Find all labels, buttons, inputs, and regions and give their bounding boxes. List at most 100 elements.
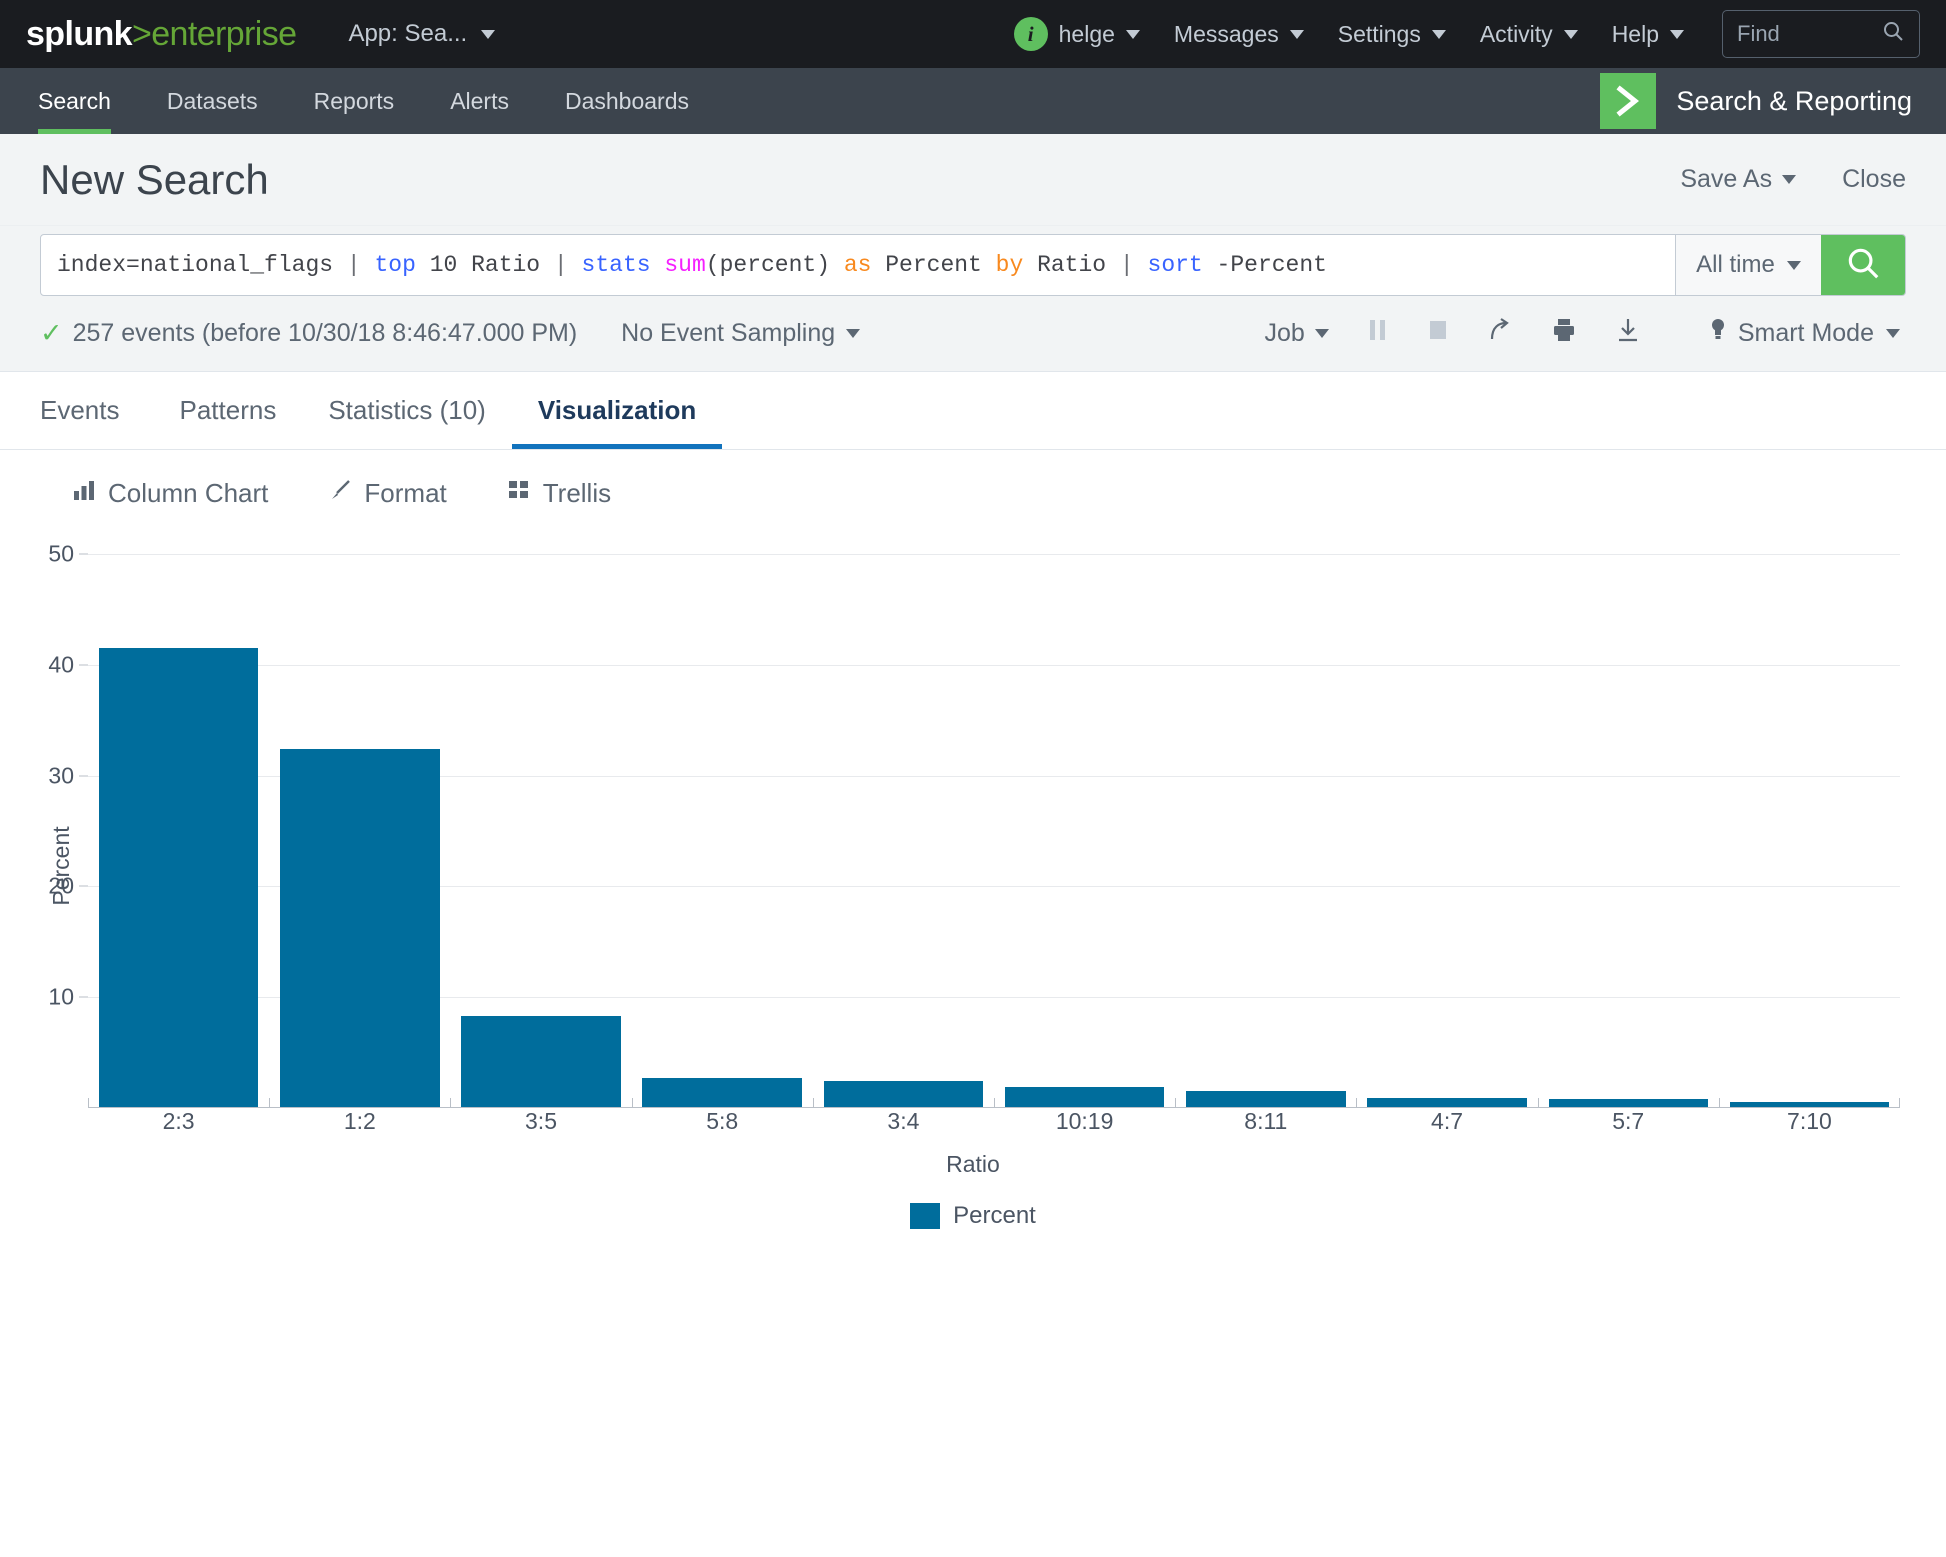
query-token: as [843,252,886,278]
chart-type-label: Column Chart [108,477,269,508]
chart-type-button[interactable]: Column Chart [72,478,268,509]
app-branding[interactable]: Search & Reporting [1600,68,1920,134]
chart-bar-slot [1538,554,1719,1108]
search-mode-selector[interactable]: Smart Mode [1710,317,1906,350]
messages-menu[interactable]: Messages [1174,21,1304,48]
trellis-button[interactable]: Trellis [507,478,611,509]
chart-bar[interactable] [280,749,440,1108]
pause-button[interactable] [1348,317,1408,350]
x-axis-tick-labels: 2:3 1:2 3:5 5:8 3:4 10:19 8:11 4:7 5:7 7:10 [88,1098,1901,1140]
chart-bar[interactable] [98,648,259,1108]
check-icon: ✓ [40,318,63,348]
chart-plot-area: 10 20 30 40 50 [48,541,1900,1108]
run-search-button[interactable] [1821,235,1905,295]
search-query-input[interactable]: index=national_flags | top 10 Ratio | st… [41,235,1675,295]
app-selector[interactable]: App: Sea... [348,20,496,48]
chart-bar[interactable] [461,1016,621,1108]
query-token: Ratio [1037,252,1120,278]
share-button[interactable] [1468,317,1532,350]
x-axis-tick-label: 7:10 [1718,1098,1901,1140]
event-sampling-label: No Event Sampling [621,319,836,347]
tab-statistics-label: Statistics (10) [328,395,486,425]
time-range-picker[interactable]: All time [1675,235,1821,295]
query-token: | [346,252,375,278]
y-axis-tick-mark [79,885,88,887]
search-bar: index=national_flags | top 10 Ratio | st… [40,234,1906,296]
query-token: stats [581,252,665,278]
app-nav-items: Search Datasets Reports Alerts Dashboard… [26,68,717,134]
search-mode-label: Smart Mode [1737,319,1874,347]
x-axis-tick-label: 4:7 [1356,1098,1537,1140]
chart-bar[interactable] [1004,1086,1165,1108]
event-sampling-selector[interactable]: No Event Sampling [621,319,861,348]
nav-item-datasets[interactable]: Datasets [139,68,286,134]
top-navigation-bar: splunk>enterprise App: Sea... i helge Me… [0,0,1946,68]
chevron-down-icon [1314,329,1329,338]
chart-bar[interactable] [1186,1091,1346,1108]
query-token: by [995,252,1038,278]
format-label: Format [364,477,447,508]
nav-item-dashboards[interactable]: Dashboards [537,68,717,134]
nav-item-dashboards-label: Dashboards [564,87,690,114]
print-button[interactable] [1532,317,1596,350]
x-axis-tick-label: 3:5 [450,1098,631,1140]
chart-bar-slot [88,554,269,1108]
x-axis-tick-label: 5:8 [631,1098,813,1140]
print-icon [1551,317,1577,350]
x-axis-title: Ratio [946,1151,1000,1177]
search-icon [1881,19,1905,49]
results-tabs: Events Patterns Statistics (10) Visualiz… [0,372,1946,450]
export-button[interactable] [1596,317,1660,350]
chevron-down-icon [1670,29,1684,39]
nav-item-alerts[interactable]: Alerts [422,68,537,134]
query-token: -Percent [1216,252,1327,278]
chart-bar-slot [1719,554,1900,1108]
query-token: index=national_flags [57,252,347,278]
y-axis-tick-label: 20 [48,872,74,899]
save-as-button[interactable]: Save As [1680,165,1797,194]
chart-bar-slot [1175,554,1356,1108]
nav-item-search[interactable]: Search [26,68,139,134]
page-title: New Search [40,155,269,203]
user-menu[interactable]: i helge [1013,17,1140,51]
y-axis-tick-mark [79,553,88,555]
nav-item-datasets-label: Datasets [166,87,258,114]
app-selector-label: App: Sea... [348,20,468,47]
nav-item-reports[interactable]: Reports [286,68,423,134]
x-axis-tick-label: 3:4 [812,1098,994,1140]
tab-visualization-label: Visualization [537,395,697,425]
close-label: Close [1842,165,1906,193]
help-menu[interactable]: Help [1612,21,1684,48]
tab-statistics[interactable]: Statistics (10) [302,372,512,449]
page-header-actions: Save As Close [1680,165,1906,194]
activity-menu[interactable]: Activity [1480,21,1578,48]
x-axis-tick-label: 1:2 [269,1098,450,1140]
lightbulb-icon [1710,317,1726,350]
chevron-down-icon [1289,29,1304,39]
info-badge-icon: i [1013,17,1048,51]
stop-button[interactable] [1408,317,1468,350]
query-token: (percent) [705,252,844,278]
format-button[interactable]: Format [328,477,447,509]
close-button[interactable]: Close [1842,165,1906,194]
tab-visualization[interactable]: Visualization [511,372,723,449]
chart-bar-slot [1356,554,1537,1108]
chart-bar[interactable] [823,1081,984,1108]
visualization-toolbar: Column Chart Format Trellis [0,450,1946,536]
y-axis-tick-mark [79,996,88,998]
settings-menu-label: Settings [1337,20,1421,47]
bar-chart-icon [72,478,96,509]
find-input[interactable]: Find [1722,10,1920,58]
splunk-logo[interactable]: splunk>enterprise [26,15,297,54]
chevron-down-icon [1786,260,1801,270]
job-menu-button[interactable]: Job [1246,319,1348,348]
settings-menu[interactable]: Settings [1338,21,1446,48]
tab-patterns[interactable]: Patterns [154,372,303,449]
stop-icon [1427,317,1449,350]
tab-events[interactable]: Events [40,372,154,449]
chart-bar-slot [813,554,994,1108]
query-token: 10 Ratio [429,252,554,278]
query-token: sum [664,252,706,278]
chart-bar[interactable] [642,1078,802,1108]
grid-icon [507,478,531,509]
